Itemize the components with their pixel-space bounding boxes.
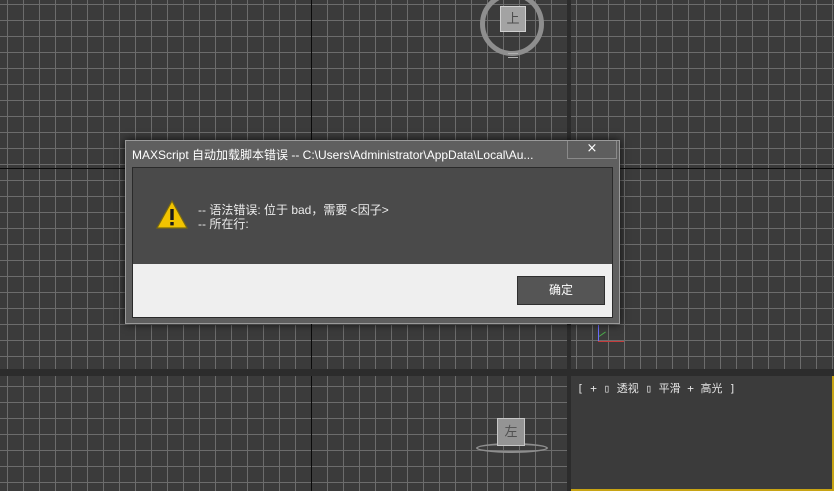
dialog-body: -- 语法错误: 位于 bad，需要 <因子> -- 所在行: 确定 (132, 167, 613, 318)
message-area: -- 语法错误: 位于 bad，需要 <因子> -- 所在行: (133, 168, 612, 264)
maxscript-error-dialog: MAXScript 自动加载脚本错误 -- C:\Users\Administr… (125, 140, 620, 324)
dialog-title: MAXScript 自动加载脚本错误 -- C:\Users\Administr… (132, 148, 534, 162)
viewcube-south-marker (508, 53, 518, 58)
ok-button[interactable]: 确定 (517, 276, 605, 305)
perspective-viewport[interactable]: [ + ▯ 透视 ▯ 平滑 + 高光 ] (569, 374, 834, 491)
viewport-label[interactable]: [ + ▯ 透视 ▯ 平滑 + 高光 ] (577, 380, 736, 396)
button-area: 确定 (133, 264, 612, 317)
error-line-info: -- 所在行: (198, 217, 249, 231)
dialog-titlebar[interactable]: MAXScript 自动加载脚本错误 -- C:\Users\Administr… (126, 141, 619, 167)
viewcube[interactable]: 上 (500, 6, 526, 32)
close-button[interactable]: × (567, 141, 617, 159)
viewcube[interactable]: 左 (497, 418, 525, 446)
viewport-splitter-horizontal[interactable] (0, 369, 834, 376)
close-icon: × (586, 141, 598, 156)
world-axis-line (311, 376, 312, 491)
axis-gizmo-x (598, 341, 624, 342)
warning-triangle-icon (156, 200, 188, 229)
left-viewport[interactable] (0, 376, 567, 491)
axis-gizmo-y (598, 325, 599, 342)
